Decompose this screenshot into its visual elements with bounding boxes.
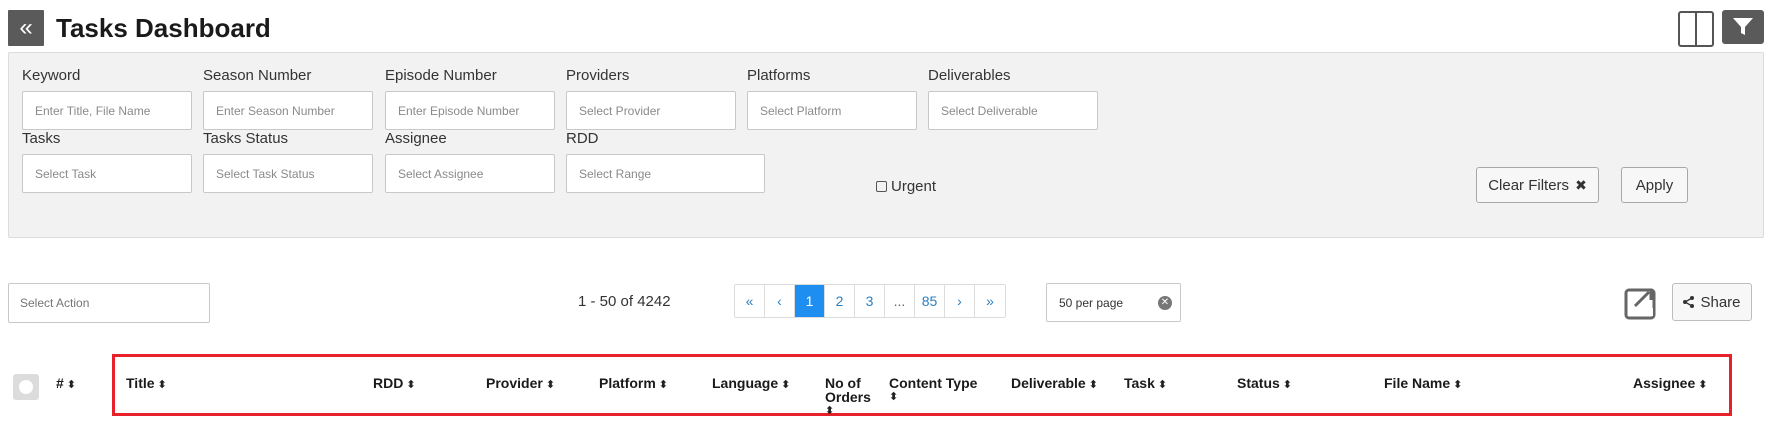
apply-label: Apply <box>1635 176 1674 194</box>
season-input[interactable] <box>203 91 373 130</box>
column-header-platform[interactable]: Platform ⬍ <box>599 376 668 392</box>
tasks-label: Tasks <box>22 130 61 147</box>
column-header-content-type[interactable]: Content Type ⬍ <box>889 376 999 404</box>
column-header-assignee[interactable]: Assignee ⬍ <box>1633 376 1707 392</box>
checkbox-icon <box>876 181 887 192</box>
sort-icon: ⬍ <box>406 379 416 391</box>
export-csv-button[interactable] <box>1623 282 1661 320</box>
results-range: 1 - 50 of 4242 <box>578 293 671 310</box>
season-filter: Season Number <box>203 67 373 130</box>
per-page-select[interactable]: 50 per page ✕ <box>1046 283 1181 322</box>
clear-filters-label: Clear Filters <box>1488 176 1570 194</box>
page-title: Tasks Dashboard <box>56 13 271 43</box>
clear-filters-button[interactable]: Clear Filters ✖ <box>1476 167 1599 203</box>
funnel-icon <box>1733 18 1753 35</box>
providers-label: Providers <box>566 67 630 84</box>
column-header-provider[interactable]: Provider ⬍ <box>486 376 555 392</box>
page-1-button[interactable]: 1 <box>795 285 825 317</box>
deliverables-filter: Deliverables <box>928 67 1098 130</box>
task-status-label: Tasks Status <box>203 130 289 147</box>
deliverables-select[interactable] <box>928 91 1098 130</box>
share-button[interactable]: Share <box>1672 283 1752 321</box>
rdd-label: RDD <box>566 130 599 147</box>
filter-panel: Keyword Season Number Episode Number Pro… <box>8 52 1764 238</box>
last-page-button[interactable]: » <box>975 285 1005 317</box>
episode-label: Episode Number <box>385 67 497 84</box>
platforms-filter: Platforms <box>747 67 917 130</box>
pagination: « ‹ 1 2 3 ... 85 › » <box>734 284 1006 318</box>
sort-icon: ⬍ <box>1698 379 1708 391</box>
sort-icon: ⬍ <box>825 405 835 417</box>
platforms-label: Platforms <box>747 67 811 84</box>
share-label: Share <box>1700 293 1741 311</box>
tasks-select[interactable] <box>22 154 192 193</box>
csv-export-icon <box>1624 288 1656 320</box>
select-all-checkbox[interactable] <box>13 374 39 400</box>
column-header-rdd[interactable]: RDD ⬍ <box>373 376 416 392</box>
rdd-filter: RDD <box>566 130 765 193</box>
column-header-index[interactable]: # ⬍ <box>56 376 76 392</box>
sort-icon: ⬍ <box>1157 379 1168 391</box>
sort-icon: ⬍ <box>889 391 899 403</box>
back-button[interactable]: « <box>8 10 44 46</box>
page-3-button[interactable]: 3 <box>855 285 885 317</box>
column-header-no-of-orders[interactable]: No of Orders ⬍ <box>825 376 881 418</box>
task-status-filter: Tasks Status <box>203 130 373 193</box>
columns-layout-button[interactable] <box>1678 11 1714 47</box>
clear-circle-icon[interactable]: ✕ <box>1158 296 1172 310</box>
rdd-range-input[interactable] <box>566 154 765 193</box>
sort-icon: ⬍ <box>1453 379 1463 391</box>
episode-input[interactable] <box>385 91 555 130</box>
task-status-select[interactable] <box>203 154 373 193</box>
urgent-label: Urgent <box>891 178 937 195</box>
per-page-value: 50 per page <box>1059 295 1124 310</box>
column-header-language[interactable]: Language ⬍ <box>712 376 790 392</box>
sort-icon: ⬍ <box>545 379 556 391</box>
filter-toggle-button[interactable] <box>1722 10 1764 44</box>
providers-select[interactable] <box>566 91 736 130</box>
assignee-select[interactable] <box>385 154 555 193</box>
page-85-button[interactable]: 85 <box>915 285 945 317</box>
season-label: Season Number <box>203 67 312 84</box>
keyword-input[interactable] <box>22 91 192 130</box>
select-action-dropdown[interactable] <box>8 283 210 323</box>
first-page-button[interactable]: « <box>735 285 765 317</box>
urgent-checkbox[interactable]: Urgent <box>876 178 936 195</box>
sort-icon: ⬍ <box>157 379 167 391</box>
column-header-status[interactable]: Status ⬍ <box>1237 376 1292 392</box>
assignee-label: Assignee <box>385 130 447 147</box>
column-header-deliverable[interactable]: Deliverable ⬍ <box>1011 376 1098 392</box>
platforms-select[interactable] <box>747 91 917 130</box>
keyword-filter: Keyword <box>22 67 192 130</box>
sort-icon: ⬍ <box>66 379 77 391</box>
sort-icon: ⬍ <box>1088 379 1098 391</box>
providers-filter: Providers <box>566 67 736 130</box>
share-icon <box>1683 296 1695 308</box>
columns-layout-icon <box>1680 13 1697 45</box>
page-2-button[interactable]: 2 <box>825 285 855 317</box>
double-chevron-left-icon: « <box>19 14 33 41</box>
sort-icon: ⬍ <box>658 379 669 391</box>
check-circle-icon <box>19 380 33 394</box>
apply-button[interactable]: Apply <box>1621 167 1688 203</box>
keyword-label: Keyword <box>22 67 81 84</box>
next-page-button[interactable]: › <box>945 285 975 317</box>
close-icon: ✖ <box>1575 176 1587 193</box>
deliverables-label: Deliverables <box>928 67 1011 84</box>
sort-icon: ⬍ <box>1282 379 1293 391</box>
prev-page-button[interactable]: ‹ <box>765 285 795 317</box>
episode-filter: Episode Number <box>385 67 555 130</box>
assignee-filter: Assignee <box>385 130 555 193</box>
column-header-file-name[interactable]: File Name ⬍ <box>1384 376 1462 392</box>
column-header-title[interactable]: Title ⬍ <box>126 376 167 392</box>
sort-icon: ⬍ <box>781 379 791 391</box>
column-header-task[interactable]: Task ⬍ <box>1124 376 1167 392</box>
page-ellipsis: ... <box>885 285 915 317</box>
tasks-filter: Tasks <box>22 130 192 193</box>
